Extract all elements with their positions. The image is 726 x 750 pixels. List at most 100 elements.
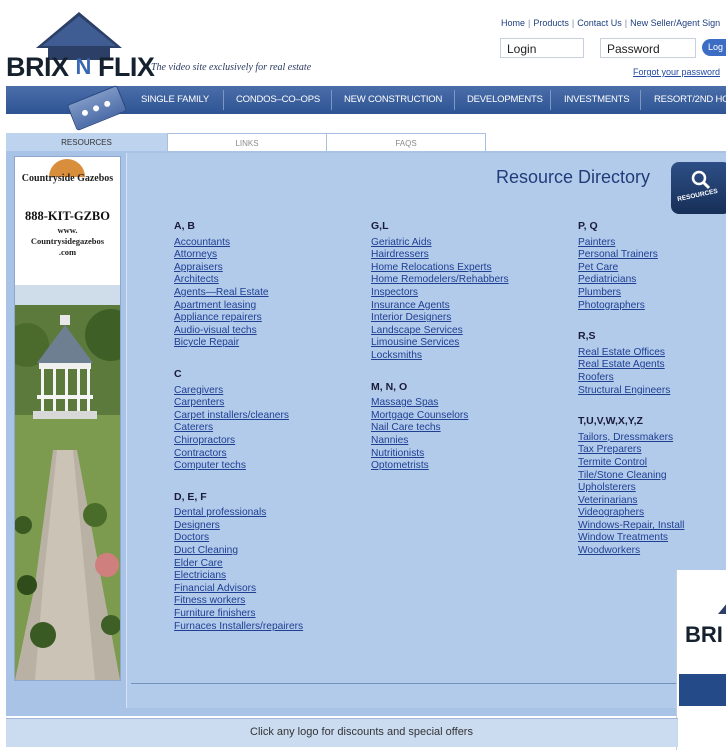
directory-link[interactable]: Pediatricians — [578, 274, 726, 287]
brand-promo-card[interactable]: BRI — [676, 570, 726, 750]
directory-section: R,S Real Estate Offices Real Estate Agents… — [578, 330, 726, 397]
nav-new-construction[interactable]: NEW CONSTRUCTION — [344, 86, 442, 114]
ad-phone: 888-KIT-GZBO — [25, 209, 110, 223]
directory-link[interactable]: Contractors — [174, 448, 354, 461]
directory-link[interactable]: Appraisers — [174, 262, 354, 275]
directory-link[interactable]: Tailors, Dressmakers — [578, 432, 726, 445]
directory-column: G,L Geriatric Aids Hairdressers Home Reloca… — [371, 220, 561, 473]
directory-link[interactable]: Architects — [174, 274, 354, 287]
directory-link[interactable]: Mortgage Counselors — [371, 410, 561, 423]
directory-link[interactable]: Apartment leasing — [174, 300, 354, 313]
directory-link[interactable]: Carpet installers/cleaners — [174, 410, 354, 423]
top-link-contact[interactable]: Contact Us — [577, 18, 622, 28]
directory-link[interactable]: Computer techs — [174, 460, 354, 473]
directory-link[interactable]: Real Estate Offices — [578, 347, 726, 360]
directory-link[interactable]: Limousine Services — [371, 337, 561, 350]
nav-investments[interactable]: INVESTMENTS — [564, 86, 630, 114]
directory-link[interactable]: Nannies — [371, 435, 561, 448]
directory-link[interactable]: Attorneys — [174, 249, 354, 262]
directory-link[interactable]: Plumbers — [578, 287, 726, 300]
directory-link[interactable]: Appliance repairers — [174, 312, 354, 325]
section-heading: M, N, O — [371, 380, 408, 393]
camera-lens — [92, 104, 100, 113]
tab-links[interactable]: LINKS — [167, 133, 327, 152]
resources-badge[interactable]: RESOURCES — [671, 162, 726, 214]
directory-section: C Caregivers Carpenters Carpet installers/c… — [174, 368, 354, 473]
directory-link[interactable]: Veterinarians — [578, 495, 726, 508]
directory-link[interactable]: Electricians — [174, 570, 354, 583]
brand-logo[interactable]: BRIX N FLIX — [6, 52, 155, 84]
directory-link[interactable]: Woodworkers — [578, 545, 726, 558]
section-heading: T,U,V,W,X,Y,Z — [578, 415, 643, 428]
separator: | — [624, 18, 628, 28]
top-link-products[interactable]: Products — [533, 18, 569, 28]
camera-lens — [103, 99, 112, 108]
login-button[interactable]: Log — [702, 39, 726, 56]
directory-link[interactable]: Optometrists — [371, 460, 561, 473]
nav-developments[interactable]: DEVELOPMENTS — [467, 86, 543, 114]
directory-link[interactable]: Personal Trainers — [578, 249, 726, 262]
directory-link[interactable]: Chiropractors — [174, 435, 354, 448]
footer-text: Click any logo for discounts and special… — [250, 726, 473, 738]
directory-link[interactable]: Interior Designers — [371, 312, 561, 325]
directory-link[interactable]: Elder Care — [174, 558, 354, 571]
directory-link[interactable]: Inspectors — [371, 287, 561, 300]
directory-link[interactable]: Geriatric Aids — [371, 237, 561, 250]
directory-link[interactable]: Upholsterers — [578, 482, 726, 495]
directory-link[interactable]: Massage Spas — [371, 397, 561, 410]
directory-link[interactable]: Termite Control — [578, 457, 726, 470]
directory-link[interactable]: Real Estate Agents — [578, 359, 726, 372]
section-heading: C — [174, 367, 182, 380]
directory-link[interactable]: Windows-Repair, Install — [578, 520, 726, 533]
directory-link[interactable]: Locksmiths — [371, 350, 561, 363]
directory-link[interactable]: Tile/Stone Cleaning — [578, 470, 726, 483]
directory-link[interactable]: Doctors — [174, 532, 354, 545]
tab-faqs[interactable]: FAQS — [326, 133, 486, 152]
directory-link[interactable]: Pet Care — [578, 262, 726, 275]
brand-name-part1: BRIX — [6, 52, 69, 82]
nav-divider — [550, 90, 551, 110]
tagline: The video site exclusively for real esta… — [151, 62, 312, 73]
directory-link[interactable]: Financial Advisors — [174, 583, 354, 596]
directory-link[interactable]: Furnaces Installers/repairers — [174, 621, 354, 634]
directory-link[interactable]: Designers — [174, 520, 354, 533]
tab-resources[interactable]: RESOURCES — [6, 133, 167, 152]
gazebo-ad-banner[interactable]: Countryside Gazebos 888-KIT-GZBO www. Co… — [14, 156, 121, 681]
directory-link[interactable]: Caterers — [174, 422, 354, 435]
forgot-password-link[interactable]: Forgot your password — [633, 67, 720, 77]
directory-link[interactable]: Bicycle Repair — [174, 337, 354, 350]
brand-name-part3: FLIX — [97, 52, 155, 82]
directory-link[interactable]: Structural Engineers — [578, 385, 726, 398]
directory-link[interactable]: Insurance Agents — [371, 300, 561, 313]
directory-link[interactable]: Nail Care techs — [371, 422, 561, 435]
directory-link[interactable]: Window Treatments — [578, 532, 726, 545]
directory-link[interactable]: Caregivers — [174, 385, 354, 398]
nav-single-family[interactable]: SINGLE FAMILY — [141, 86, 209, 114]
directory-section: P, Q Painters Personal Trainers Pet Care Ped… — [578, 220, 726, 312]
ad-url: www. Countrysidegazebos .com — [15, 225, 120, 258]
directory-link[interactable]: Roofers — [578, 372, 726, 385]
directory-link[interactable]: Fitness workers — [174, 595, 354, 608]
login-input[interactable]: Login — [500, 38, 584, 58]
top-link-home[interactable]: Home — [501, 18, 525, 28]
directory-link[interactable]: Hairdressers — [371, 249, 561, 262]
directory-link[interactable]: Nutritionists — [371, 448, 561, 461]
directory-link[interactable]: Accountants — [174, 237, 354, 250]
directory-link[interactable]: Furniture finishers — [174, 608, 354, 621]
directory-link[interactable]: Duct Cleaning — [174, 545, 354, 558]
directory-link[interactable]: Photographers — [578, 300, 726, 313]
top-link-signup[interactable]: New Seller/Agent Sign — [630, 18, 720, 28]
directory-link[interactable]: Agents—Real Estate — [174, 287, 354, 300]
nav-condos-co-ops[interactable]: CONDOS–CO–OPS — [236, 86, 320, 114]
directory-link[interactable]: Carpenters — [174, 397, 354, 410]
directory-link[interactable]: Audio-visual techs — [174, 325, 354, 338]
password-input[interactable]: Password — [600, 38, 696, 58]
directory-link[interactable]: Videographers — [578, 507, 726, 520]
directory-link[interactable]: Home Relocations Experts — [371, 262, 561, 275]
nav-resort[interactable]: RESORT/2ND HO — [654, 86, 726, 114]
directory-link[interactable]: Painters — [578, 237, 726, 250]
directory-link[interactable]: Landscape Services — [371, 325, 561, 338]
directory-link[interactable]: Tax Preparers — [578, 444, 726, 457]
directory-link[interactable]: Home Remodelers/Rehabbers — [371, 274, 561, 287]
directory-link[interactable]: Dental professionals — [174, 507, 354, 520]
